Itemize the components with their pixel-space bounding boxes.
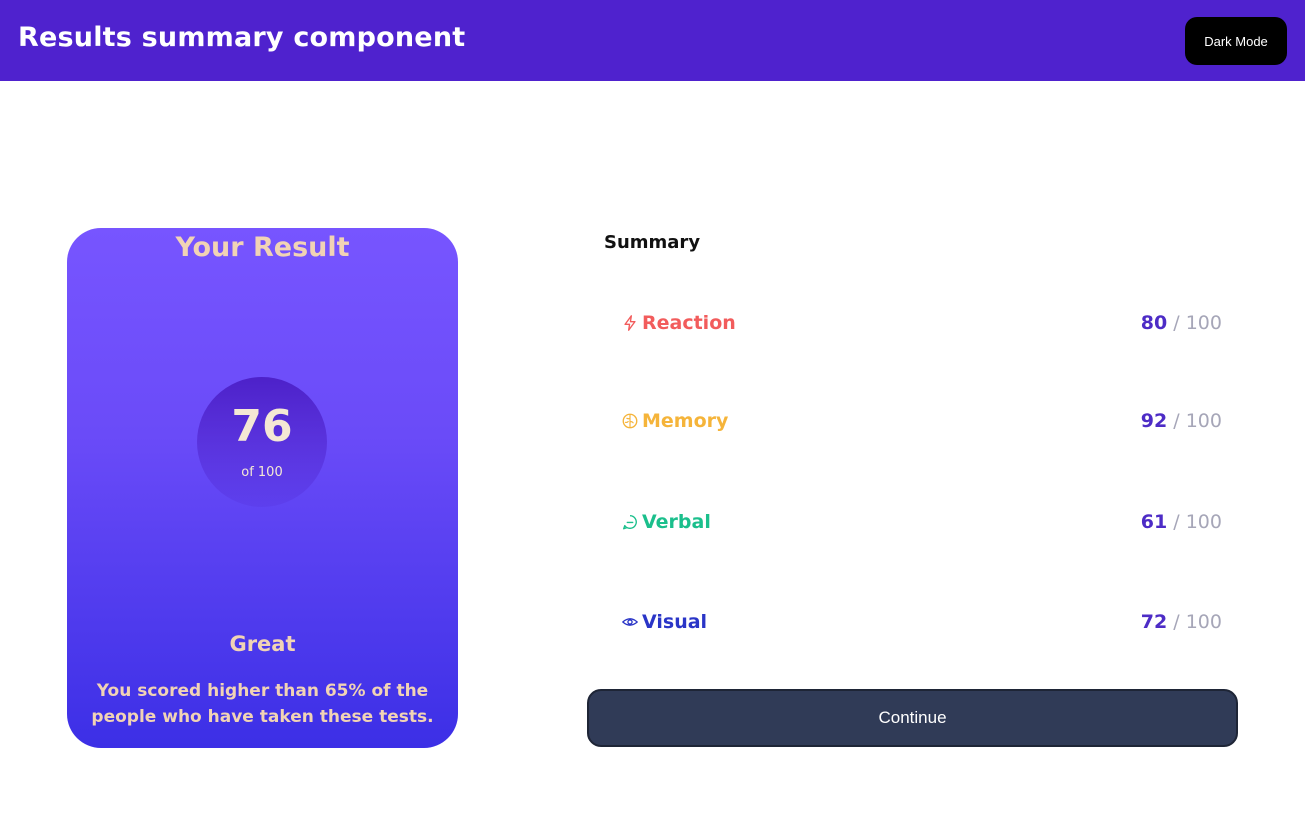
continue-button[interactable]: Continue xyxy=(587,689,1238,747)
category-score: 61 / 100 xyxy=(1141,502,1222,542)
score-value: 76 xyxy=(231,401,293,452)
page-title: Results summary component xyxy=(18,22,466,53)
score-total: / 100 xyxy=(1173,410,1222,432)
app-header: Results summary component Dark Mode xyxy=(0,0,1305,81)
eye-icon xyxy=(621,613,639,631)
brain-icon xyxy=(621,412,639,430)
category-score: 92 / 100 xyxy=(1141,401,1222,441)
score-number: 72 xyxy=(1140,611,1168,633)
chat-bubble-icon xyxy=(621,513,639,531)
score-out-of: of 100 xyxy=(241,465,283,480)
result-heading: Your Result xyxy=(175,232,350,263)
summary-title: Summary xyxy=(604,232,701,253)
summary-row-reaction: Reaction 80 / 100 xyxy=(604,303,1238,343)
summary-row-visual: Visual 72 / 100 xyxy=(604,602,1238,642)
category-name: Memory xyxy=(642,410,729,432)
summary-row-memory: Memory 92 / 100 xyxy=(604,401,1238,441)
category-name: Verbal xyxy=(642,511,711,533)
category-name: Reaction xyxy=(642,312,736,334)
result-card: Your Result 76 of 100 Great You scored h… xyxy=(67,228,458,748)
score-circle: 76 of 100 xyxy=(197,377,327,507)
category-score: 72 / 100 xyxy=(1141,602,1222,642)
rating-description: You scored higher than 65% of the people… xyxy=(91,681,434,727)
score-total: / 100 xyxy=(1173,312,1222,334)
category-label-memory: Memory xyxy=(621,401,728,441)
score-number: 92 xyxy=(1140,410,1168,432)
score-total: / 100 xyxy=(1173,611,1222,633)
category-label-reaction: Reaction xyxy=(621,303,736,343)
score-number: 61 xyxy=(1140,511,1168,533)
score-number: 80 xyxy=(1140,312,1168,334)
category-label-visual: Visual xyxy=(621,602,707,642)
rating-label: Great xyxy=(229,632,296,656)
lightning-icon xyxy=(621,314,639,332)
category-score: 80 / 100 xyxy=(1141,303,1222,343)
score-total: / 100 xyxy=(1173,511,1222,533)
category-label-verbal: Verbal xyxy=(621,502,711,542)
category-name: Visual xyxy=(642,611,708,633)
summary-row-verbal: Verbal 61 / 100 xyxy=(604,502,1238,542)
dark-mode-button[interactable]: Dark Mode xyxy=(1185,17,1287,65)
